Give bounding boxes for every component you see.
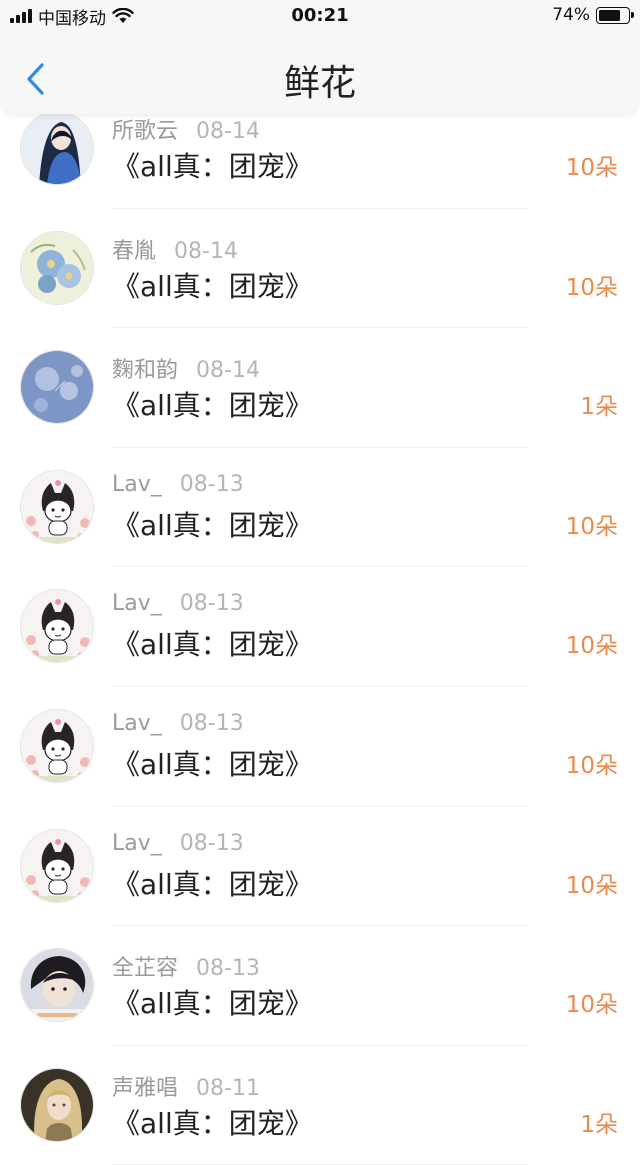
sender-line: Lav_ 08-13 [112,472,244,497]
list-item[interactable]: 声雅唱 08-11 《all真：团宠》 1朵 [0,1046,640,1165]
avatar[interactable] [20,589,94,664]
book-title[interactable]: 《all真：团宠》 [112,863,313,903]
flower-count: 10朵 [565,872,618,899]
sender-name: Lav_ [112,471,162,497]
sender-line: Lav_ 08-13 [112,711,244,736]
avatar[interactable] [20,708,94,783]
gift-date: 08-13 [179,710,244,736]
book-title[interactable]: 《all真：团宠》 [112,623,313,663]
gift-date: 08-13 [179,591,244,617]
sender-line: 全芷容 08-13 [112,950,260,982]
flower-count: 10朵 [565,513,618,540]
sender-name: Lav_ [112,710,162,736]
page-title: 鲜花 [283,63,356,104]
list-item[interactable]: 春胤 08-14 《all真：团宠》 10朵 [0,209,640,329]
book-title[interactable]: 《all真：团宠》 [112,743,313,783]
gift-date: 08-14 [196,119,260,144]
gift-date: 08-13 [196,956,260,982]
sender-name: 声雅唱 [112,1075,179,1101]
avatar[interactable] [20,350,94,425]
flower-count: 10朵 [565,633,618,660]
book-title[interactable]: 《all真：团宠》 [112,982,313,1022]
sender-line: 声雅唱 08-11 [112,1070,260,1102]
book-title[interactable]: 《all真：团宠》 [112,1102,313,1142]
sender-line: 所歌云 08-14 [112,113,260,145]
navigation-bar: 鲜花 [0,34,640,114]
book-title[interactable]: 《all真：团宠》 [112,145,313,185]
avatar[interactable] [20,230,94,305]
sender-name: 全芷容 [112,956,179,982]
flower-count: 10朵 [565,155,618,181]
sender-line: Lav_ 08-13 [112,591,244,616]
sender-name: 春胤 [112,238,157,264]
list-item[interactable]: Lav_ 08-13 《all真：团宠》 10朵 [0,807,640,927]
gift-date: 08-13 [179,830,244,856]
sender-line: 麴和韵 08-14 [112,352,260,384]
book-title[interactable]: 《all真：团宠》 [112,265,313,305]
sender-line: 春胤 08-14 [112,233,238,265]
sender-name: Lav_ [112,591,162,617]
avatar[interactable] [20,111,94,185]
sender-name: Lav_ [112,830,162,856]
avatar[interactable] [20,948,94,1023]
list-item[interactable]: Lav_ 08-13 《all真：团宠》 10朵 [0,448,640,568]
list-item[interactable]: Lav_ 08-13 《all真：团宠》 10朵 [0,567,640,687]
battery-percent: 74% [552,5,590,25]
book-title[interactable]: 《all真：团宠》 [112,504,313,544]
flower-count: 10朵 [565,992,618,1019]
gift-date: 08-11 [196,1075,260,1101]
gift-date: 08-14 [196,358,260,384]
list-item[interactable]: 全芷容 08-13 《all真：团宠》 10朵 [0,926,640,1046]
sender-line: Lav_ 08-13 [112,831,244,856]
list-item[interactable]: Lav_ 08-13 《all真：团宠》 10朵 [0,687,640,807]
status-bar: 中国移动 00:21 74% [0,0,640,34]
sender-name: 麴和韵 [112,358,179,384]
gift-date: 08-14 [174,238,238,264]
flower-count: 10朵 [565,274,618,301]
flower-count: 10朵 [565,752,618,779]
sender-name: 所歌云 [112,119,179,144]
flower-count: 1朵 [580,394,618,421]
list-item[interactable]: 麴和韵 08-14 《all真：团宠》 1朵 [0,328,640,448]
gift-date: 08-13 [179,471,244,497]
battery-icon [596,6,634,24]
clock: 00:21 [291,5,349,26]
avatar[interactable] [20,469,94,544]
avatar[interactable] [20,828,94,903]
flower-count: 1朵 [580,1111,618,1138]
avatar[interactable] [20,1067,94,1142]
gift-list: 所歌云 08-14 《all真：团宠》 10朵 春胤 08-14 《all真：团宠》 10朵麴… [0,89,640,1165]
book-title[interactable]: 《all真：团宠》 [112,384,313,424]
